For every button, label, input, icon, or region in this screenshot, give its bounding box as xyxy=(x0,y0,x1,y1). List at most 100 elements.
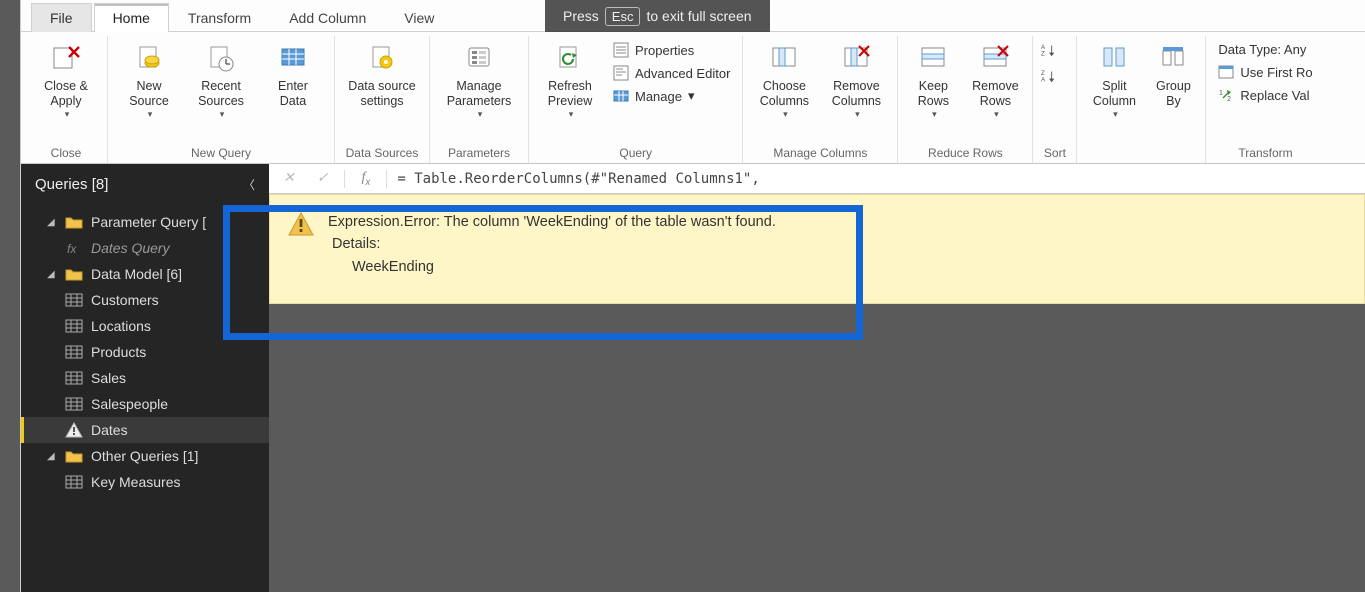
enter-data-icon xyxy=(276,41,310,75)
sidebar-item[interactable]: Products xyxy=(21,339,269,365)
first-row-icon xyxy=(1218,64,1234,80)
fs-post: to exit full screen xyxy=(646,8,751,24)
tab-home[interactable]: Home xyxy=(94,3,169,32)
data-source-settings-label: Data source settings xyxy=(348,79,415,109)
recent-sources-button[interactable]: Recent Sources▾ xyxy=(186,38,256,120)
remove-rows-button[interactable]: Remove Rows▾ xyxy=(964,38,1026,120)
caret-icon: ▾ xyxy=(1113,109,1118,120)
sidebar-item[interactable]: Dates xyxy=(21,417,269,443)
error-message: Expression.Error: The column 'WeekEnding… xyxy=(328,211,776,233)
tab-transform[interactable]: Transform xyxy=(169,3,270,32)
sort-asc-icon: AZ xyxy=(1041,42,1057,58)
group-by-button[interactable]: Group By xyxy=(1147,38,1199,109)
folder-icon xyxy=(65,448,83,464)
choose-columns-label: Choose Columns xyxy=(760,79,809,109)
collapse-sidebar-button[interactable]: 〈 xyxy=(239,172,259,197)
refresh-icon xyxy=(553,41,587,75)
replace-values-button[interactable]: 12 Replace Val xyxy=(1212,85,1318,105)
sort-desc-icon: ZA xyxy=(1041,68,1057,84)
advanced-editor-label: Advanced Editor xyxy=(635,66,730,81)
warning-icon xyxy=(288,211,314,237)
split-column-button[interactable]: Split Column▾ xyxy=(1083,38,1145,120)
split-column-icon xyxy=(1097,41,1131,75)
table-icon xyxy=(65,396,83,412)
query-tree: ◢Parameter Query [fxDates Query◢Data Mod… xyxy=(21,205,269,499)
data-type-button[interactable]: Data Type: Any xyxy=(1212,40,1318,59)
enter-data-button[interactable]: Enter Data xyxy=(258,38,328,109)
keep-rows-button[interactable]: Keep Rows▾ xyxy=(904,38,962,120)
sidebar-item[interactable]: Customers xyxy=(21,287,269,313)
caret-icon: ▾ xyxy=(220,109,225,120)
cancel-formula-button[interactable]: ✕ xyxy=(277,170,301,187)
sort-asc-button[interactable]: AZ xyxy=(1039,40,1059,60)
fullscreen-hint-banner: Press Esc to exit full screen xyxy=(545,0,770,32)
group-by-icon xyxy=(1156,41,1190,75)
power-query-window: File Home Transform Add Column View Clos… xyxy=(20,0,1365,592)
properties-label: Properties xyxy=(635,43,694,58)
formula-text[interactable]: = Table.ReorderColumns(#"Renamed Columns… xyxy=(397,171,759,187)
content-area: ✕ ✓ fx = Table.ReorderColumns(#"Renamed … xyxy=(269,164,1365,592)
sidebar-item-label: Customers xyxy=(91,292,159,308)
sidebar-group[interactable]: ◢ Other Queries [1] xyxy=(21,443,269,469)
data-type-label: Data Type: Any xyxy=(1218,42,1306,57)
sidebar-item-label: Products xyxy=(91,344,146,360)
tab-view[interactable]: View xyxy=(385,3,453,32)
remove-rows-label: Remove Rows xyxy=(972,79,1019,109)
refresh-preview-label: Refresh Preview xyxy=(548,79,592,109)
manage-parameters-label: Manage Parameters xyxy=(447,79,512,109)
close-apply-button[interactable]: Close & Apply▾ xyxy=(31,38,101,120)
error-details-label: Details: xyxy=(328,233,776,255)
warning-icon xyxy=(65,422,83,438)
properties-button[interactable]: Properties xyxy=(607,40,736,60)
sidebar-item[interactable]: Salespeople xyxy=(21,391,269,417)
refresh-preview-button[interactable]: Refresh Preview▾ xyxy=(535,38,605,120)
choose-columns-icon xyxy=(767,41,801,75)
enter-data-label: Enter Data xyxy=(278,79,308,109)
expand-caret-icon: ◢ xyxy=(47,451,57,462)
sidebar-item-label: Salespeople xyxy=(91,396,168,412)
remove-columns-icon xyxy=(839,41,873,75)
advanced-editor-button[interactable]: Advanced Editor xyxy=(607,63,736,83)
manage-parameters-button[interactable]: Manage Parameters▾ xyxy=(436,38,522,120)
sidebar-item[interactable]: fxDates Query xyxy=(21,235,269,261)
group-label-sort: Sort xyxy=(1039,144,1070,163)
parameters-icon xyxy=(462,41,496,75)
sidebar-header: Queries [8] 〈 xyxy=(21,164,269,205)
tab-add-column[interactable]: Add Column xyxy=(270,3,385,32)
group-label-split-group xyxy=(1083,144,1199,163)
sidebar-item[interactable]: Key Measures xyxy=(21,469,269,495)
ribbon-group-query: Refresh Preview▾ Properties Advanced Edi… xyxy=(529,36,743,163)
ribbon-group-data-sources: Data source settings Data Sources xyxy=(335,36,430,163)
new-source-button[interactable]: New Source▾ xyxy=(114,38,184,120)
caret-icon: ▾ xyxy=(783,109,788,120)
separator xyxy=(344,170,345,188)
sidebar-item[interactable]: Sales xyxy=(21,365,269,391)
table-icon xyxy=(65,318,83,334)
manage-icon xyxy=(613,88,629,104)
use-first-row-button[interactable]: Use First Ro xyxy=(1212,62,1318,82)
tab-file[interactable]: File xyxy=(31,3,92,32)
keep-rows-label: Keep Rows xyxy=(918,79,949,109)
formula-bar[interactable]: ✕ ✓ fx = Table.ReorderColumns(#"Renamed … xyxy=(269,164,1365,194)
close-apply-icon xyxy=(49,41,83,75)
data-source-settings-button[interactable]: Data source settings xyxy=(341,38,423,109)
group-label-query: Query xyxy=(535,144,736,163)
remove-columns-button[interactable]: Remove Columns▾ xyxy=(821,38,891,120)
choose-columns-button[interactable]: Choose Columns▾ xyxy=(749,38,819,120)
remove-rows-icon xyxy=(978,41,1012,75)
ribbon-group-new-query: New Source▾ Recent Sources▾ xyxy=(108,36,335,163)
sidebar-group-label: Data Model [6] xyxy=(91,266,182,282)
sidebar-group[interactable]: ◢Parameter Query [ xyxy=(21,209,269,235)
svg-text:A: A xyxy=(1041,76,1046,83)
table-icon xyxy=(65,370,83,386)
caret-icon: ▾ xyxy=(65,109,70,120)
sort-desc-button[interactable]: ZA xyxy=(1039,66,1059,86)
sidebar-group[interactable]: ◢Data Model [6] xyxy=(21,261,269,287)
commit-formula-button[interactable]: ✓ xyxy=(311,170,335,187)
sidebar-item[interactable]: Locations xyxy=(21,313,269,339)
sidebar-group-label: Other Queries [1] xyxy=(91,448,198,464)
manage-query-button[interactable]: Manage ▾ xyxy=(607,86,736,106)
group-label-manage-columns: Manage Columns xyxy=(749,144,891,163)
svg-text:2: 2 xyxy=(1227,96,1231,103)
group-label-new-query: New Query xyxy=(114,144,328,163)
